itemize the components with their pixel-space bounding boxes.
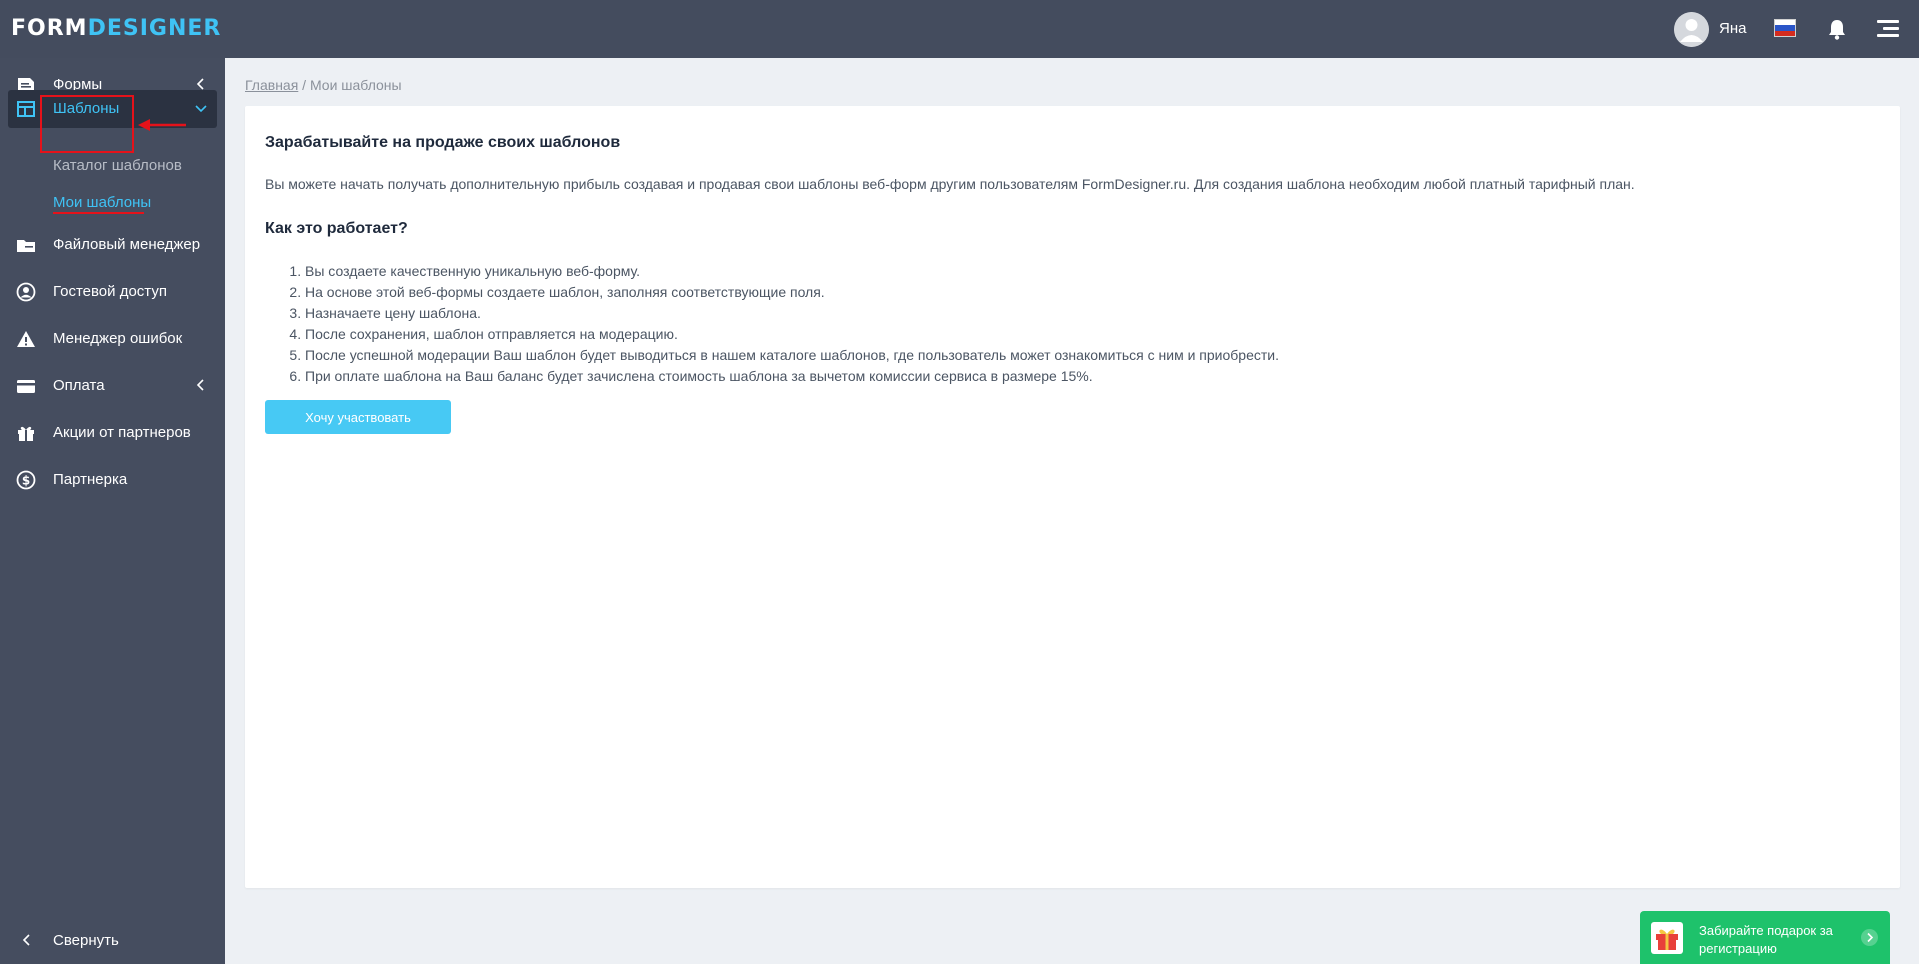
sidebar-item-label: Файловый менеджер (53, 236, 201, 253)
dollar-circle-icon: $ (16, 470, 36, 490)
warning-triangle-icon (17, 331, 35, 347)
list-item: После сохранения, шаблон отправляется на… (305, 324, 1279, 345)
participate-button[interactable]: Хочу участвовать (265, 400, 451, 434)
sidebar-collapse-button[interactable]: Свернуть (8, 927, 208, 953)
sidebar-item-file-manager[interactable]: Файловый менеджер (8, 226, 217, 264)
promo-widget[interactable]: Забирайте подарок за регистрацию (1640, 911, 1890, 964)
credit-card-icon (17, 380, 35, 393)
sidebar-item-affiliate[interactable]: $ Партнерка (8, 461, 217, 499)
intro-text: Вы можете начать получать дополнительную… (265, 176, 1635, 192)
annotation-underline (53, 212, 144, 214)
breadcrumb-current: Мои шаблоны (309, 77, 402, 93)
steps-list: Вы создаете качественную уникальную веб-… (305, 261, 1279, 387)
how-it-works-title: Как это работает? (265, 220, 408, 237)
sidebar-subitem-my-templates[interactable]: Мои шаблоны (53, 194, 151, 211)
sidebar-item-error-manager[interactable]: Менеджер ошибок (8, 320, 217, 358)
user-circle-icon (16, 282, 36, 302)
logo[interactable]: FORMDESIGNER (11, 16, 221, 41)
chevron-left-icon (196, 379, 204, 391)
sidebar: Формы Шаблоны Каталог шаблонов Мои шабло… (0, 58, 225, 964)
gift-icon (18, 426, 34, 441)
annotation-arrow (138, 119, 186, 131)
list-item: На основе этой веб-формы создаете шаблон… (305, 282, 1279, 303)
chevron-left-icon (22, 934, 30, 946)
template-layout-icon (17, 101, 35, 117)
content-card: Зарабатывайте на продаже своих шаблонов … (245, 106, 1900, 888)
chevron-right-icon[interactable] (1861, 929, 1878, 946)
sidebar-collapse-label: Свернуть (53, 932, 119, 949)
annotation-highlight-box (40, 95, 134, 153)
sidebar-item-partner-promotions[interactable]: Акции от партнеров (8, 414, 217, 452)
sidebar-item-label: Партнерка (53, 471, 128, 488)
folder-icon (17, 240, 35, 252)
bell-icon[interactable] (1827, 18, 1847, 40)
breadcrumb-home-link[interactable]: Главная (245, 77, 298, 93)
hamburger-menu-icon[interactable] (1877, 20, 1899, 38)
svg-text:$: $ (22, 474, 30, 488)
top-bar: FORMDESIGNER Яна (0, 0, 1919, 58)
sidebar-item-payment[interactable]: Оплата (8, 367, 217, 405)
sidebar-item-label: Акции от партнеров (53, 424, 191, 441)
list-item: После успешной модерации Ваш шаблон буде… (305, 345, 1279, 366)
chevron-down-icon (195, 105, 207, 113)
promo-text: Забирайте подарок за регистрацию (1699, 923, 1833, 956)
sidebar-item-guest-access[interactable]: Гостевой доступ (8, 273, 217, 311)
breadcrumb: Главная / Мои шаблоны (245, 77, 402, 93)
russia-flag-icon[interactable] (1774, 19, 1796, 37)
sidebar-item-label: Гостевой доступ (53, 283, 167, 300)
sidebar-item-label: Менеджер ошибок (53, 330, 183, 347)
list-item: Вы создаете качественную уникальную веб-… (305, 261, 1279, 282)
list-item: При оплате шаблона на Ваш баланс будет з… (305, 366, 1279, 387)
breadcrumb-separator: / (298, 77, 310, 93)
sidebar-item-label: Оплата (53, 377, 105, 394)
chevron-left-icon (196, 78, 204, 90)
page-title: Зарабатывайте на продаже своих шаблонов (265, 134, 621, 151)
list-item: Назначаете цену шаблона. (305, 303, 1279, 324)
username[interactable]: Яна (1719, 20, 1746, 37)
gift-icon (1651, 922, 1683, 954)
user-avatar-icon[interactable] (1674, 12, 1709, 47)
sidebar-subitem-catalog[interactable]: Каталог шаблонов (53, 157, 182, 174)
